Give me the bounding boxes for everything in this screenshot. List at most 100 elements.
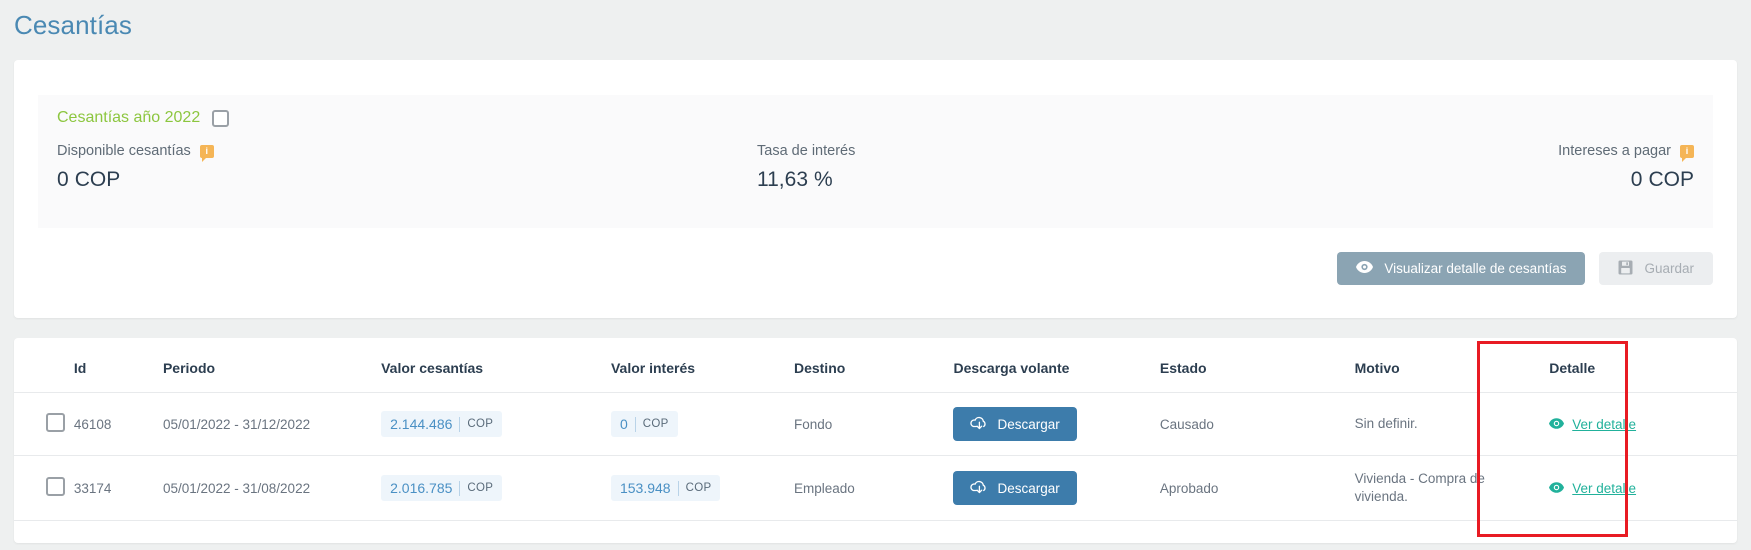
stat-tasa-value-row: 11,63% — [757, 168, 855, 192]
year-checkbox[interactable] — [212, 109, 230, 127]
column-header-select — [14, 338, 74, 393]
stat-intereses-label: Intereses a pagar — [1558, 143, 1671, 159]
stat-intereses-unit: COP — [1648, 168, 1694, 191]
stat-disponible-label-row: Disponible cesantías i — [57, 143, 214, 162]
cesantias-table-card: Id Periodo Valor cesantías Valor interés… — [14, 338, 1737, 543]
cloud-download-icon — [970, 479, 987, 498]
save-button-label: Guardar — [1644, 261, 1694, 276]
view-detail-link-label: Ver detalle — [1572, 416, 1637, 432]
row-checkbox[interactable] — [46, 477, 65, 497]
row-select-cell — [14, 392, 74, 456]
summary-panel: Cesantías año 2022 Disponible cesantías … — [38, 95, 1713, 228]
cell-destino: Empleado — [793, 454, 954, 522]
stat-intereses-value: 0 — [1630, 168, 1643, 191]
stat-intereses-a-pagar: Intereses a pagar i 0 COP — [1558, 143, 1694, 192]
table-body: 46108 05/01/2022 - 31/12/2022 2.144.486 … — [14, 392, 1737, 522]
cell-descarga-volante: Descargar — [953, 392, 1160, 456]
cell-valor-cesantias: 2.016.785 COP — [381, 454, 611, 522]
money-chip: 2.144.486 COP — [381, 411, 503, 437]
stat-tasa-de-interes: Tasa de interés 11,63% — [757, 143, 855, 192]
eye-icon — [1549, 481, 1565, 496]
save-button[interactable]: Guardar — [1599, 252, 1713, 285]
column-header-valor-interes: Valor interés — [610, 360, 696, 376]
stat-disponible-cesantias: Disponible cesantías i 0 COP — [57, 143, 214, 192]
stat-disponible-value: 0 — [57, 168, 69, 191]
stat-intereses-value-row: 0 COP — [1558, 168, 1694, 192]
money-separator — [634, 416, 636, 432]
year-label: Cesantías año 2022 — [57, 109, 201, 126]
page-title: Cesantías — [14, 10, 132, 40]
cell-valor-interes: 0 COP — [610, 392, 794, 456]
column-header-periodo: Periodo — [162, 360, 216, 376]
row-checkbox[interactable] — [46, 413, 65, 432]
download-button[interactable]: Descargar — [953, 407, 1077, 441]
stat-disponible-label: Disponible cesantías — [57, 143, 191, 159]
money-separator — [459, 416, 461, 432]
column-header-estado: Estado — [1159, 360, 1207, 376]
download-button-label: Descargar — [997, 480, 1060, 496]
cell-destino: Fondo — [793, 392, 954, 456]
column-header-detalle: Detalle — [1549, 360, 1596, 376]
view-detail-button-label: Visualizar detalle de cesantías — [1384, 261, 1567, 276]
money-chip: 2.016.785 COP — [381, 475, 503, 502]
summary-card: Cesantías año 2022 Disponible cesantías … — [14, 60, 1737, 318]
stat-disponible-value-row: 0 COP — [57, 168, 214, 192]
money-amount: 2.144.486 — [390, 416, 453, 432]
row-select-cell — [14, 454, 74, 522]
money-chip: 153.948 COP — [610, 475, 721, 502]
money-currency: COP — [642, 418, 669, 430]
stat-tasa-label-row: Tasa de interés — [757, 143, 855, 159]
cell-periodo: 05/01/2022 - 31/08/2022 — [162, 454, 382, 522]
column-header-id: Id — [73, 360, 87, 376]
cloud-download-icon — [970, 415, 987, 434]
action-buttons: Visualizar detalle de cesantías Guardar — [1337, 252, 1713, 285]
cell-valor-interes: 153.948 COP — [610, 454, 794, 522]
column-header-motivo: Motivo — [1354, 360, 1400, 376]
table-head: Id Periodo Valor cesantías Valor interés… — [14, 338, 1737, 393]
table-header-row: Id Periodo Valor cesantías Valor interés… — [14, 338, 1737, 393]
stat-tasa-value: 11,63 — [757, 168, 808, 191]
money-chip: 0 COP — [610, 411, 678, 437]
stat-tasa-label: Tasa de interés — [757, 143, 856, 159]
money-currency: COP — [685, 482, 712, 495]
cell-id: 33174 — [73, 454, 163, 522]
cell-motivo: Sin definir. — [1354, 392, 1550, 456]
view-detail-link[interactable]: Ver detalle — [1549, 481, 1636, 496]
column-header-destino: Destino — [793, 360, 846, 376]
money-separator — [677, 480, 679, 496]
cell-estado: Causado — [1159, 392, 1355, 456]
year-row: Cesantías año 2022 — [57, 109, 230, 127]
column-header-valor-cesantias: Valor cesantías — [381, 360, 484, 376]
cell-valor-cesantias: 2.144.486 COP — [381, 392, 611, 456]
download-button-label: Descargar — [997, 416, 1060, 432]
table-row: 33174 05/01/2022 - 31/08/2022 2.016.785 … — [14, 454, 1737, 522]
eye-icon — [1356, 261, 1374, 276]
cell-motivo: Vivienda - Compra de vivienda. — [1354, 454, 1550, 522]
motivo-text: Vivienda - Compra de vivienda. — [1354, 471, 1485, 505]
stat-intereses-label-row: Intereses a pagar i — [1558, 143, 1694, 162]
cesantias-table: Id Periodo Valor cesantías Valor interés… — [14, 338, 1737, 522]
money-amount: 0 — [619, 416, 628, 432]
cesantias-page: Cesantías Cesantías año 2022 Disponible … — [0, 0, 1751, 550]
money-currency: COP — [467, 418, 494, 430]
motivo-text: Sin definir. — [1354, 415, 1418, 431]
money-currency: COP — [467, 482, 494, 495]
info-bubble-icon[interactable]: i — [1680, 144, 1694, 162]
money-amount: 2.016.785 — [390, 480, 453, 497]
download-button[interactable]: Descargar — [953, 471, 1077, 506]
floppy-save-icon — [1618, 260, 1633, 278]
cell-periodo: 05/01/2022 - 31/12/2022 — [162, 392, 382, 456]
cell-detalle: Ver detalle — [1549, 454, 1737, 522]
info-bubble-icon[interactable]: i — [199, 144, 214, 162]
cell-descarga-volante: Descargar — [953, 454, 1160, 522]
view-detail-link[interactable]: Ver detalle — [1549, 417, 1636, 432]
column-header-descarga-volante: Descarga volante — [953, 360, 1070, 376]
cell-detalle: Ver detalle — [1549, 392, 1737, 456]
stat-disponible-unit: COP — [74, 168, 121, 191]
eye-icon — [1549, 417, 1565, 432]
view-detail-button[interactable]: Visualizar detalle de cesantías — [1337, 252, 1586, 285]
stat-tasa-unit: % — [814, 168, 833, 191]
cell-id: 46108 — [73, 392, 163, 456]
money-amount: 153.948 — [619, 480, 671, 497]
table-row: 46108 05/01/2022 - 31/12/2022 2.144.486 … — [14, 392, 1737, 456]
